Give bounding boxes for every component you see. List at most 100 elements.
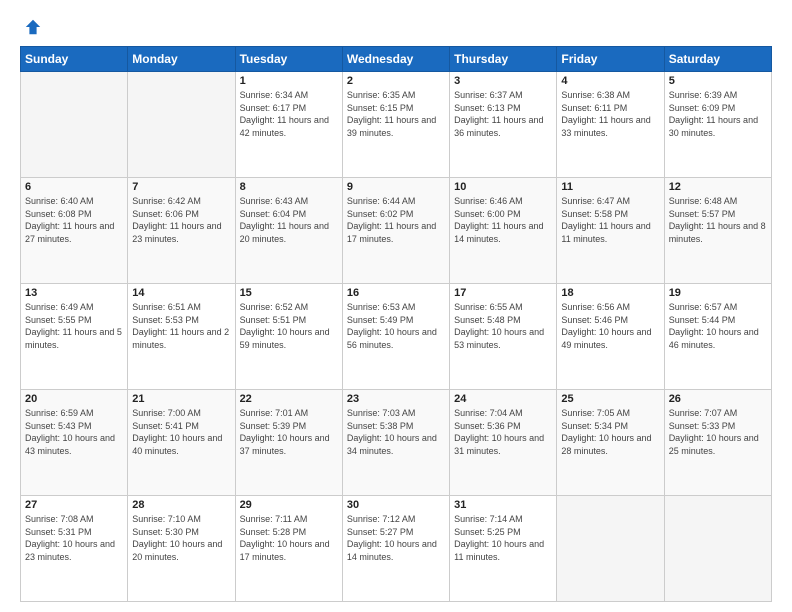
day-number: 12 (669, 181, 767, 193)
day-info: Sunrise: 6:43 AM Sunset: 6:04 PM Dayligh… (240, 195, 338, 245)
calendar-cell: 21Sunrise: 7:00 AM Sunset: 5:41 PM Dayli… (128, 390, 235, 496)
calendar-week-row: 13 Sunrise: 6:49 AM Sunset: 5:55 PM Dayli… (21, 284, 772, 390)
day-info: Sunrise: 6:51 AM Sunset: 5:53 PM Dayligh… (132, 301, 230, 351)
calendar-week-row: 6Sunrise: 6:40 AM Sunset: 6:08 PM Daylig… (21, 178, 772, 284)
logo-icon (24, 18, 42, 36)
calendar-cell: 1 Sunrise: 6:34 AM Sunset: 6:17 PM Daylig… (235, 72, 342, 178)
calendar-cell: 9Sunrise: 6:44 AM Sunset: 6:02 PM Daylig… (342, 178, 449, 284)
calendar-cell: 13 Sunrise: 6:49 AM Sunset: 5:55 PM Dayli… (21, 284, 128, 390)
day-info: Sunrise: 6:47 AM Sunset: 5:58 PM Dayligh… (561, 195, 659, 245)
calendar-table: SundayMondayTuesdayWednesdayThursdayFrid… (20, 46, 772, 602)
calendar-header-friday: Friday (557, 47, 664, 72)
day-info: Sunrise: 6:59 AM Sunset: 5:43 PM Dayligh… (25, 407, 123, 457)
day-info: Sunrise: 6:38 AM Sunset: 6:11 PM Dayligh… (561, 89, 659, 139)
calendar-header-thursday: Thursday (450, 47, 557, 72)
day-number: 5 (669, 75, 767, 87)
calendar-week-row: 1 Sunrise: 6:34 AM Sunset: 6:17 PM Daylig… (21, 72, 772, 178)
calendar-cell: 5 Sunrise: 6:39 AM Sunset: 6:09 PM Daylig… (664, 72, 771, 178)
day-info: Sunrise: 7:14 AM Sunset: 5:25 PM Dayligh… (454, 513, 552, 563)
day-info: Sunrise: 7:03 AM Sunset: 5:38 PM Dayligh… (347, 407, 445, 457)
calendar-cell: 7 Sunrise: 6:42 AM Sunset: 6:06 PM Daylig… (128, 178, 235, 284)
day-number: 27 (25, 499, 123, 511)
day-info: Sunrise: 6:34 AM Sunset: 6:17 PM Dayligh… (240, 89, 338, 139)
day-number: 30 (347, 499, 445, 511)
day-number: 2 (347, 75, 445, 87)
day-info: Sunrise: 7:11 AM Sunset: 5:28 PM Dayligh… (240, 513, 338, 563)
calendar-cell: 27 Sunrise: 7:08 AM Sunset: 5:31 PM Dayli… (21, 496, 128, 602)
calendar-cell: 24 Sunrise: 7:04 AM Sunset: 5:36 PM Dayli… (450, 390, 557, 496)
day-number: 25 (561, 393, 659, 405)
calendar-cell: 4 Sunrise: 6:38 AM Sunset: 6:11 PM Daylig… (557, 72, 664, 178)
logo (20, 18, 42, 36)
day-info: Sunrise: 7:08 AM Sunset: 5:31 PM Dayligh… (25, 513, 123, 563)
day-number: 13 (25, 287, 123, 299)
day-number: 8 (240, 181, 338, 193)
calendar-cell: 8 Sunrise: 6:43 AM Sunset: 6:04 PM Daylig… (235, 178, 342, 284)
day-info: Sunrise: 7:05 AM Sunset: 5:34 PM Dayligh… (561, 407, 659, 457)
calendar-cell: 3 Sunrise: 6:37 AM Sunset: 6:13 PM Daylig… (450, 72, 557, 178)
day-number: 10 (454, 181, 552, 193)
day-info: Sunrise: 7:01 AM Sunset: 5:39 PM Dayligh… (240, 407, 338, 457)
day-info: Sunrise: 7:07 AM Sunset: 5:33 PM Dayligh… (669, 407, 767, 457)
calendar-cell: 10 Sunrise: 6:46 AM Sunset: 6:00 PM Dayli… (450, 178, 557, 284)
day-info: Sunrise: 6:52 AM Sunset: 5:51 PM Dayligh… (240, 301, 338, 351)
day-number: 17 (454, 287, 552, 299)
calendar-header-row: SundayMondayTuesdayWednesdayThursdayFrid… (21, 47, 772, 72)
day-info: Sunrise: 6:49 AM Sunset: 5:55 PM Dayligh… (25, 301, 123, 351)
calendar-cell (128, 72, 235, 178)
calendar-cell: 25 Sunrise: 7:05 AM Sunset: 5:34 PM Dayli… (557, 390, 664, 496)
calendar-cell: 14Sunrise: 6:51 AM Sunset: 5:53 PM Dayli… (128, 284, 235, 390)
day-number: 22 (240, 393, 338, 405)
day-number: 19 (669, 287, 767, 299)
day-info: Sunrise: 6:57 AM Sunset: 5:44 PM Dayligh… (669, 301, 767, 351)
calendar-cell: 31Sunrise: 7:14 AM Sunset: 5:25 PM Dayli… (450, 496, 557, 602)
day-info: Sunrise: 6:46 AM Sunset: 6:00 PM Dayligh… (454, 195, 552, 245)
header (20, 18, 772, 36)
day-number: 7 (132, 181, 230, 193)
calendar-cell: 11 Sunrise: 6:47 AM Sunset: 5:58 PM Dayli… (557, 178, 664, 284)
calendar-cell: 15 Sunrise: 6:52 AM Sunset: 5:51 PM Dayli… (235, 284, 342, 390)
calendar-week-row: 27 Sunrise: 7:08 AM Sunset: 5:31 PM Dayli… (21, 496, 772, 602)
day-info: Sunrise: 6:39 AM Sunset: 6:09 PM Dayligh… (669, 89, 767, 139)
calendar-header-wednesday: Wednesday (342, 47, 449, 72)
day-number: 24 (454, 393, 552, 405)
calendar-cell: 29Sunrise: 7:11 AM Sunset: 5:28 PM Dayli… (235, 496, 342, 602)
calendar-cell: 23 Sunrise: 7:03 AM Sunset: 5:38 PM Dayli… (342, 390, 449, 496)
day-info: Sunrise: 6:55 AM Sunset: 5:48 PM Dayligh… (454, 301, 552, 351)
day-number: 21 (132, 393, 230, 405)
day-number: 3 (454, 75, 552, 87)
calendar-cell: 19 Sunrise: 6:57 AM Sunset: 5:44 PM Dayli… (664, 284, 771, 390)
day-info: Sunrise: 7:12 AM Sunset: 5:27 PM Dayligh… (347, 513, 445, 563)
calendar-cell: 20 Sunrise: 6:59 AM Sunset: 5:43 PM Dayli… (21, 390, 128, 496)
calendar-cell: 2 Sunrise: 6:35 AM Sunset: 6:15 PM Daylig… (342, 72, 449, 178)
day-info: Sunrise: 6:35 AM Sunset: 6:15 PM Dayligh… (347, 89, 445, 139)
calendar-cell: 30 Sunrise: 7:12 AM Sunset: 5:27 PM Dayli… (342, 496, 449, 602)
calendar-cell (557, 496, 664, 602)
calendar-cell: 18Sunrise: 6:56 AM Sunset: 5:46 PM Dayli… (557, 284, 664, 390)
day-number: 15 (240, 287, 338, 299)
day-number: 9 (347, 181, 445, 193)
day-info: Sunrise: 6:37 AM Sunset: 6:13 PM Dayligh… (454, 89, 552, 139)
calendar-cell: 6Sunrise: 6:40 AM Sunset: 6:08 PM Daylig… (21, 178, 128, 284)
calendar-cell: 28Sunrise: 7:10 AM Sunset: 5:30 PM Dayli… (128, 496, 235, 602)
day-info: Sunrise: 7:04 AM Sunset: 5:36 PM Dayligh… (454, 407, 552, 457)
day-info: Sunrise: 6:53 AM Sunset: 5:49 PM Dayligh… (347, 301, 445, 351)
day-info: Sunrise: 6:48 AM Sunset: 5:57 PM Dayligh… (669, 195, 767, 245)
calendar-header-monday: Monday (128, 47, 235, 72)
calendar-cell: 17 Sunrise: 6:55 AM Sunset: 5:48 PM Dayli… (450, 284, 557, 390)
calendar-cell (664, 496, 771, 602)
day-info: Sunrise: 6:56 AM Sunset: 5:46 PM Dayligh… (561, 301, 659, 351)
calendar-header-saturday: Saturday (664, 47, 771, 72)
day-number: 26 (669, 393, 767, 405)
day-info: Sunrise: 7:10 AM Sunset: 5:30 PM Dayligh… (132, 513, 230, 563)
day-info: Sunrise: 6:42 AM Sunset: 6:06 PM Dayligh… (132, 195, 230, 245)
day-number: 11 (561, 181, 659, 193)
day-number: 23 (347, 393, 445, 405)
day-info: Sunrise: 6:40 AM Sunset: 6:08 PM Dayligh… (25, 195, 123, 245)
day-number: 4 (561, 75, 659, 87)
day-number: 1 (240, 75, 338, 87)
calendar-cell: 12 Sunrise: 6:48 AM Sunset: 5:57 PM Dayli… (664, 178, 771, 284)
day-number: 20 (25, 393, 123, 405)
calendar-cell: 26 Sunrise: 7:07 AM Sunset: 5:33 PM Dayli… (664, 390, 771, 496)
day-number: 16 (347, 287, 445, 299)
